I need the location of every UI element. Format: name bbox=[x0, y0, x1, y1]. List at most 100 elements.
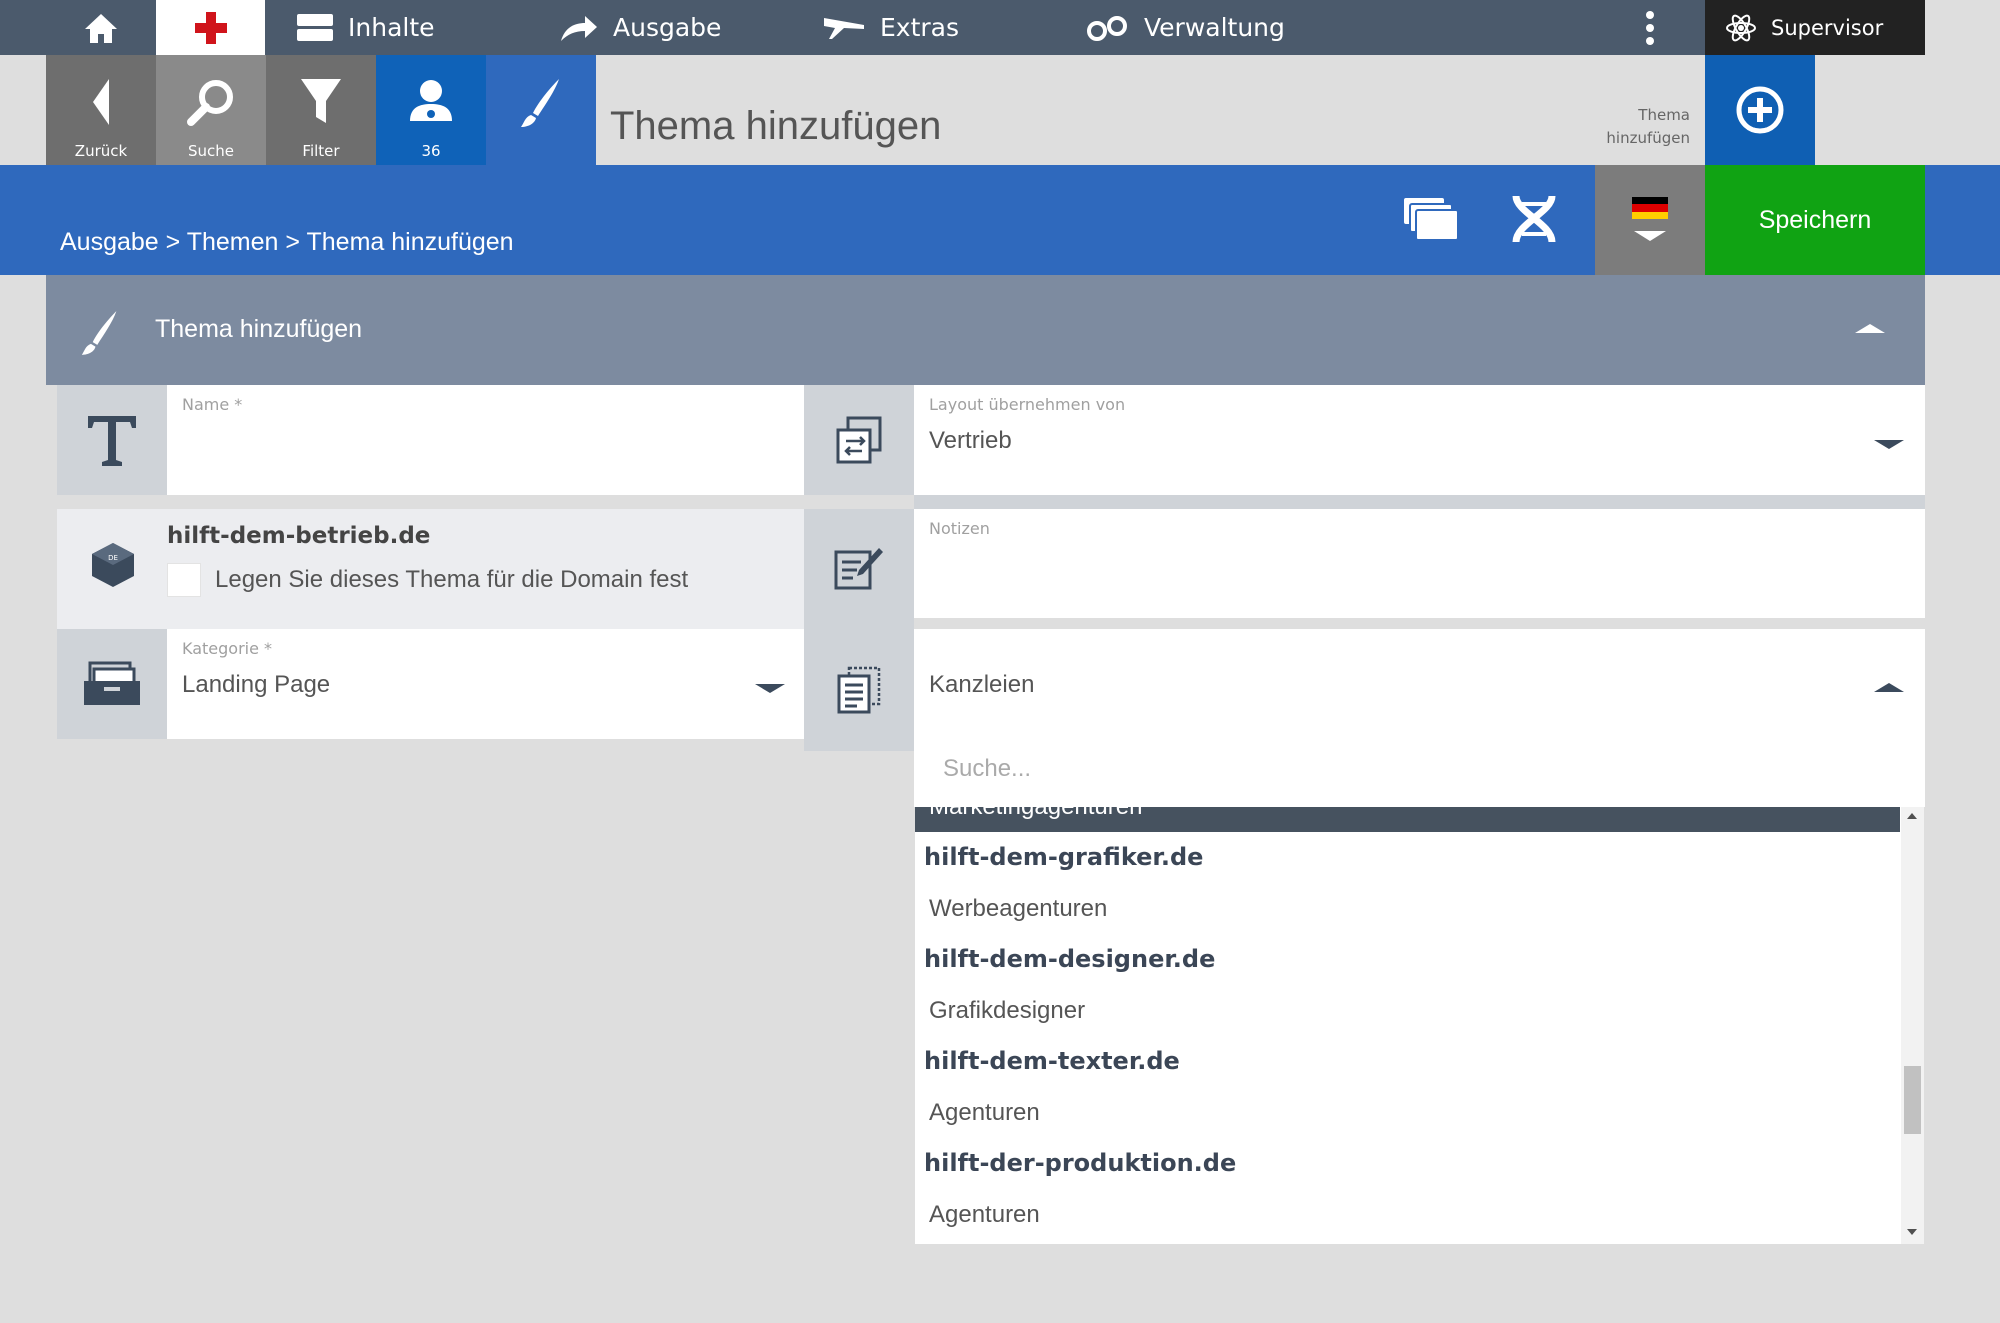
layout-select[interactable]: Layout übernehmen von Vertrieb bbox=[914, 385, 1925, 495]
dropdown-scrollbar[interactable] bbox=[1901, 807, 1924, 1244]
kanzleien-value: Kanzleien bbox=[929, 671, 1035, 698]
kanzleien-icon-cell bbox=[804, 629, 914, 751]
list-item[interactable]: Werbeagenturen bbox=[915, 883, 1900, 934]
language-selector[interactable] bbox=[1595, 165, 1705, 275]
nav-extras-label: Extras bbox=[880, 13, 960, 42]
save-button[interactable]: Speichern bbox=[1705, 165, 1925, 275]
notes-edit-icon bbox=[833, 546, 885, 592]
users-button[interactable]: 36 bbox=[376, 55, 486, 165]
domain-cube-icon: DE bbox=[88, 540, 138, 590]
scroll-up-arrow-icon[interactable] bbox=[1906, 812, 1918, 820]
contents-icon bbox=[296, 13, 334, 43]
name-field[interactable]: Name * bbox=[167, 385, 804, 495]
bar-spacer bbox=[1925, 165, 2000, 275]
notes-label: Notizen bbox=[929, 519, 990, 538]
kebab-icon bbox=[1645, 10, 1655, 46]
action-label-line2: hinzufügen bbox=[1606, 129, 1690, 147]
collapse-icon[interactable] bbox=[1855, 324, 1885, 333]
name-label: Name * bbox=[182, 395, 243, 414]
chevron-left-icon bbox=[46, 77, 156, 127]
category-icon-cell bbox=[57, 629, 167, 739]
nav-inhalte[interactable]: Inhalte bbox=[296, 0, 435, 55]
share-arrow-icon bbox=[559, 13, 599, 43]
list-group-domain: hilft-dem-texter.de bbox=[924, 1047, 1180, 1075]
category-select[interactable]: Kategorie * Landing Page bbox=[167, 629, 804, 739]
nav-ausgabe[interactable]: Ausgabe bbox=[559, 0, 721, 55]
add-theme-button[interactable] bbox=[1705, 55, 1815, 165]
user-name: Supervisor bbox=[1771, 15, 1884, 40]
plane-icon bbox=[822, 15, 866, 41]
user-menu[interactable]: Supervisor bbox=[1705, 0, 1925, 55]
more-menu-button[interactable] bbox=[1640, 0, 1660, 55]
dna-button[interactable] bbox=[1510, 194, 1558, 244]
list-item[interactable]: Agenturen bbox=[915, 1189, 1900, 1240]
scrollbar-thumb[interactable] bbox=[1904, 1066, 1921, 1134]
nav-emergency[interactable] bbox=[156, 0, 265, 55]
page-title: Thema hinzufügen bbox=[610, 104, 942, 148]
list-item[interactable]: Grafikdesigner bbox=[915, 985, 1900, 1036]
chevron-down-icon bbox=[755, 684, 785, 693]
chevron-down-icon bbox=[1874, 440, 1904, 449]
german-flag-icon bbox=[1632, 197, 1668, 219]
gears-icon bbox=[1086, 14, 1130, 42]
list-item[interactable]: Agenturen bbox=[915, 1087, 1900, 1138]
domain-name: hilft-dem-betrieb.de bbox=[167, 523, 431, 549]
theme-button[interactable] bbox=[486, 55, 596, 165]
kanzleien-select[interactable]: Kanzleien Suche... bbox=[914, 629, 1925, 807]
red-cross-icon bbox=[194, 11, 228, 45]
brush-icon bbox=[486, 77, 596, 129]
nav-inhalte-label: Inhalte bbox=[348, 13, 435, 42]
cards-icon bbox=[1400, 196, 1460, 244]
nav-extras[interactable]: Extras bbox=[822, 0, 959, 55]
cards-button[interactable] bbox=[1400, 196, 1460, 244]
back-label: Zurück bbox=[74, 142, 128, 160]
dropdown-search-input[interactable]: Suche... bbox=[943, 755, 1031, 783]
category-value: Landing Page bbox=[182, 671, 331, 698]
list-group-domain: hilft-der-produktion.de bbox=[924, 1149, 1237, 1177]
document-list-icon bbox=[835, 665, 883, 715]
section-brush-icon bbox=[80, 308, 120, 358]
nav-verwaltung-label: Verwaltung bbox=[1144, 13, 1285, 42]
chevron-down-icon bbox=[1632, 229, 1668, 243]
nav-home[interactable] bbox=[46, 0, 156, 55]
filter-button[interactable]: Filter bbox=[266, 55, 376, 165]
nav-spacer bbox=[1925, 0, 2000, 55]
domain-checkbox[interactable] bbox=[167, 563, 201, 597]
breadcrumb[interactable]: Ausgabe > Themen > Thema hinzufügen bbox=[60, 228, 514, 257]
nav-verwaltung[interactable]: Verwaltung bbox=[1086, 0, 1285, 55]
list-item-selected[interactable]: Marketingagenturen bbox=[915, 807, 1900, 832]
text-field-icon-cell bbox=[57, 385, 167, 495]
layout-icon-cell bbox=[804, 385, 914, 495]
search-label: Suche bbox=[187, 142, 234, 160]
back-button[interactable]: Zurück bbox=[46, 55, 156, 165]
nav-ausgabe-label: Ausgabe bbox=[613, 13, 722, 42]
action-label: Thema hinzufügen bbox=[1560, 104, 1690, 150]
atom-icon bbox=[1725, 12, 1757, 44]
cards-box-icon bbox=[82, 661, 142, 707]
plus-circle-icon bbox=[1735, 85, 1785, 135]
notes-field[interactable]: Notizen bbox=[914, 509, 1925, 618]
user-count: 36 bbox=[421, 142, 441, 160]
section-title: Thema hinzufügen bbox=[155, 315, 363, 343]
user-icon bbox=[376, 77, 486, 127]
list-group-domain: hilft-dem-grafiker.de bbox=[924, 843, 1204, 871]
list-group-domain: hilft-dem-designer.de bbox=[924, 945, 1216, 973]
text-t-icon bbox=[84, 412, 140, 468]
copy-layout-icon bbox=[834, 415, 884, 465]
notes-icon-cell bbox=[804, 509, 914, 629]
action-label-line1: Thema bbox=[1638, 106, 1690, 124]
home-icon bbox=[83, 12, 119, 44]
search-button[interactable]: Suche bbox=[156, 55, 266, 165]
scroll-down-arrow-icon[interactable] bbox=[1906, 1228, 1918, 1236]
search-icon bbox=[156, 77, 266, 127]
layout-label: Layout übernehmen von bbox=[929, 395, 1126, 414]
domain-checkbox-label[interactable]: Legen Sie dieses Thema für die Domain fe… bbox=[215, 566, 688, 594]
dropdown-list[interactable]: Marketingagenturen hilft-dem-grafiker.de… bbox=[915, 807, 1924, 1244]
category-label: Kategorie * bbox=[182, 639, 273, 658]
chevron-up-icon[interactable] bbox=[1874, 683, 1904, 692]
field-separator bbox=[914, 495, 1925, 509]
svg-text:DE: DE bbox=[108, 554, 118, 562]
filter-icon bbox=[266, 77, 376, 127]
filter-label: Filter bbox=[302, 142, 340, 160]
dna-icon bbox=[1510, 194, 1558, 244]
